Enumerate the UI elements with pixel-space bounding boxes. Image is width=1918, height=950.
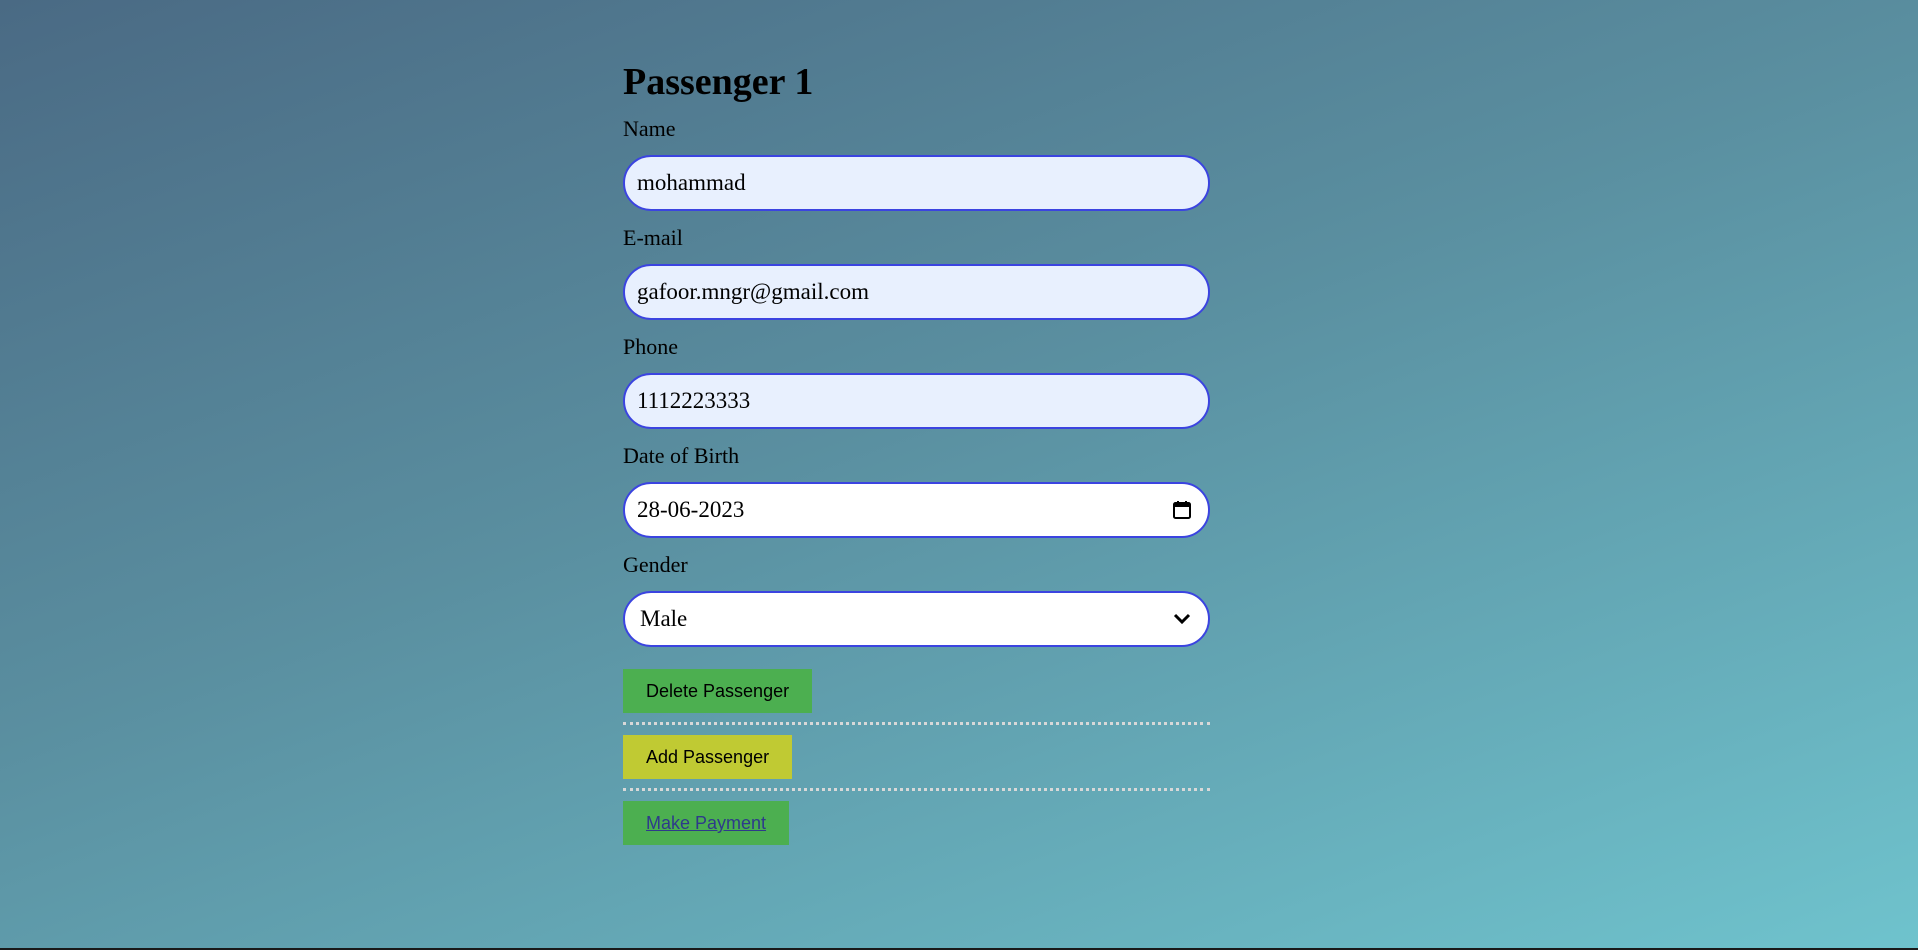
dob-value: 28-06-2023: [637, 497, 745, 522]
add-passenger-button[interactable]: Add Passenger: [623, 735, 793, 779]
email-value: gafoor.mngr@gmail.com: [637, 279, 869, 304]
divider: [623, 788, 1210, 791]
name-field[interactable]: mohammad: [623, 155, 1210, 211]
calendar-icon[interactable]: [1172, 500, 1192, 520]
make-payment-link[interactable]: Make Payment: [623, 801, 790, 845]
gender-value: Male: [640, 606, 688, 631]
passenger-title: Passenger 1: [623, 61, 814, 103]
divider: [623, 722, 1210, 725]
gender-select[interactable]: Male: [623, 591, 1210, 647]
passenger-form: Passenger 1 Name mohammad E-mail gafoor.…: [623, 58, 1210, 845]
chevron-down-icon: [1172, 612, 1192, 626]
phone-label: Phone: [623, 334, 678, 359]
phone-field[interactable]: 1112223333: [623, 373, 1210, 429]
dob-field[interactable]: 28-06-2023: [623, 482, 1210, 538]
name-label: Name: [623, 116, 676, 141]
phone-value: 1112223333: [637, 388, 751, 413]
email-field[interactable]: gafoor.mngr@gmail.com: [623, 264, 1210, 320]
name-value: mohammad: [637, 170, 746, 195]
dob-label: Date of Birth: [623, 443, 740, 468]
email-label: E-mail: [623, 225, 683, 250]
delete-passenger-button[interactable]: Delete Passenger: [623, 669, 813, 713]
gender-label: Gender: [623, 552, 688, 577]
